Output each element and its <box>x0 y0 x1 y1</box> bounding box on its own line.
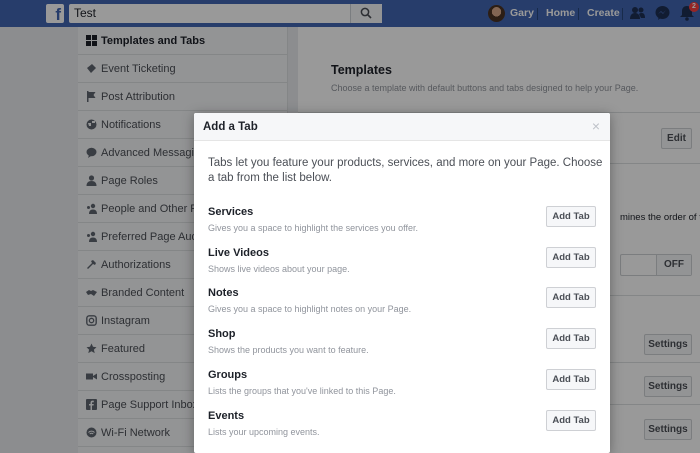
add-tab-button[interactable]: Add Tab <box>546 247 596 268</box>
dialog-title: Add a Tab <box>203 121 258 133</box>
add-tab-button[interactable]: Add Tab <box>546 287 596 308</box>
list-item: Notes Gives you a space to highlight not… <box>194 287 610 327</box>
tab-description: Lists the groups that you've linked to t… <box>208 386 396 396</box>
tab-name: Events <box>208 410 245 422</box>
tab-name: Live Videos <box>208 247 269 259</box>
tab-name: Notes <box>208 287 239 299</box>
list-item: Services Gives you a space to highlight … <box>194 206 610 246</box>
tab-name: Services <box>208 206 254 218</box>
list-item: Events Lists your upcoming events. Add T… <box>194 410 610 450</box>
dialog-header: Add a Tab × <box>194 113 610 141</box>
add-tab-button[interactable]: Add Tab <box>546 328 596 349</box>
add-tab-button[interactable]: Add Tab <box>546 206 596 227</box>
tab-name: Shop <box>208 328 236 340</box>
add-tab-button[interactable]: Add Tab <box>546 410 596 431</box>
tab-name: Groups <box>208 369 248 381</box>
list-item: Shop Shows the products you want to feat… <box>194 328 610 368</box>
close-icon[interactable]: × <box>590 119 602 133</box>
tab-description: Shows the products you want to feature. <box>208 345 369 355</box>
list-item: Groups Lists the groups that you've link… <box>194 369 610 409</box>
add-a-tab-dialog: Add a Tab × Tabs let you feature your pr… <box>194 113 610 453</box>
add-tab-button[interactable]: Add Tab <box>546 369 596 390</box>
dialog-intro-text: Tabs let you feature your products, serv… <box>208 157 603 184</box>
tab-description: Gives you a space to highlight the servi… <box>208 223 418 233</box>
list-item: Live Videos Shows live videos about your… <box>194 247 610 287</box>
tab-description: Gives you a space to highlight notes on … <box>208 304 412 314</box>
tab-description: Shows live videos about your page. <box>208 264 350 274</box>
tab-description: Lists your upcoming events. <box>208 427 320 437</box>
